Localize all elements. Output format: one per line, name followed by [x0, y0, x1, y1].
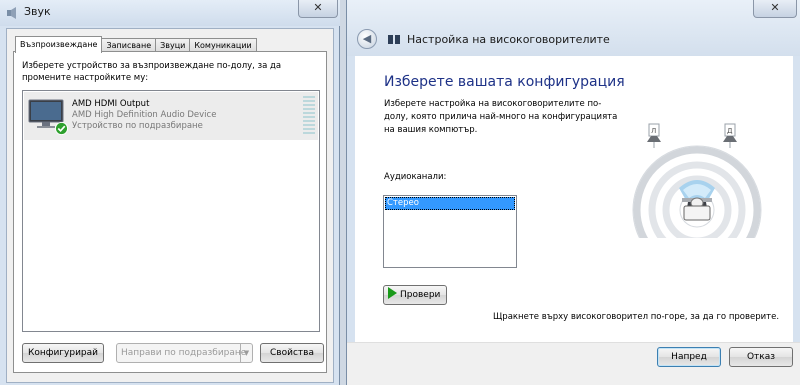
- properties-button[interactable]: Свойства: [260, 343, 324, 363]
- page-title: Изберете вашата конфигурация: [384, 74, 625, 90]
- speakers-icon: [388, 35, 400, 44]
- speaker-right-label: Д: [727, 127, 733, 135]
- set-default-button[interactable]: Направи по подразбиране ▼: [116, 343, 253, 363]
- close-icon: ✕: [313, 1, 323, 14]
- wizard-instruction: Изберете настройка на високоговорителите…: [384, 99, 618, 135]
- volume-meter: [303, 96, 315, 134]
- speaker-left-icon[interactable]: Л: [647, 123, 661, 148]
- device-status: Устройство по подразбиране: [72, 121, 203, 131]
- cancel-button[interactable]: Отказ: [729, 347, 793, 367]
- sound-dialog: Звук ✕ Възпроизвеждане Записване Звуци К…: [0, 0, 340, 385]
- next-button[interactable]: Напред: [657, 347, 721, 367]
- tab-sounds[interactable]: Звуци: [155, 38, 191, 52]
- default-check-icon: [55, 122, 68, 135]
- sound-dialog-titlebar[interactable]: Звук ✕: [0, 0, 340, 26]
- play-icon: [388, 287, 397, 299]
- speaker-icon: [7, 7, 16, 19]
- list-item[interactable]: Стерео: [385, 197, 515, 210]
- wizard-footer: Напред Отказ: [347, 342, 800, 385]
- configure-button[interactable]: Конфигурирай: [22, 343, 104, 363]
- back-button[interactable]: ◀: [357, 29, 377, 49]
- close-button[interactable]: ✕: [298, 0, 338, 18]
- tab-strip: Възпроизвеждане Записване Звуци Комуника…: [15, 36, 257, 53]
- speaker-layout-diagram: Л Д: [627, 123, 767, 258]
- speaker-right-icon[interactable]: Д: [723, 123, 737, 148]
- close-icon: ✕: [770, 1, 780, 14]
- audio-channels-label: Аудиоканали:: [384, 172, 447, 182]
- tab-playback[interactable]: Възпроизвеждане: [15, 36, 103, 53]
- device-name: AMD HDMI Output: [72, 99, 150, 109]
- tab-recording[interactable]: Записване: [101, 38, 157, 52]
- test-label: Провери: [400, 290, 441, 300]
- list-item[interactable]: AMD HDMI Output AMD High Definition Audi…: [24, 92, 318, 140]
- close-button[interactable]: ✕: [753, 0, 797, 18]
- sound-dialog-body: Възпроизвеждане Записване Звуци Комуника…: [6, 28, 334, 383]
- tab-communications[interactable]: Комуникации: [189, 38, 257, 52]
- speaker-left-label: Л: [651, 127, 656, 135]
- playback-instruction: Изберете устройство за възпроизвеждане п…: [22, 61, 282, 83]
- wizard-titlebar[interactable]: ◀ Настройка на високоговорителите ✕: [347, 0, 800, 56]
- test-hint: Щракнете върху високоговорител по-горе, …: [493, 312, 780, 322]
- wizard-body: Изберете вашата конфигурация Изберете на…: [355, 56, 793, 342]
- playback-panel: Изберете устройство за възпроизвеждане п…: [13, 51, 327, 373]
- wizard-title: Настройка на високоговорителите: [407, 33, 610, 46]
- audio-channels-list[interactable]: Стерео: [383, 195, 517, 268]
- speaker-setup-wizard: ◀ Настройка на високоговорителите ✕ Избе…: [346, 0, 800, 385]
- device-list[interactable]: AMD HDMI Output AMD High Definition Audi…: [22, 90, 320, 332]
- device-description: AMD High Definition Audio Device: [72, 110, 217, 120]
- set-default-label: Направи по подразбиране: [121, 348, 247, 358]
- sound-dialog-title: Звук: [24, 5, 51, 18]
- chevron-down-icon[interactable]: ▼: [240, 344, 252, 362]
- back-arrow-icon: ◀: [362, 32, 372, 45]
- test-button[interactable]: Провери: [383, 285, 447, 305]
